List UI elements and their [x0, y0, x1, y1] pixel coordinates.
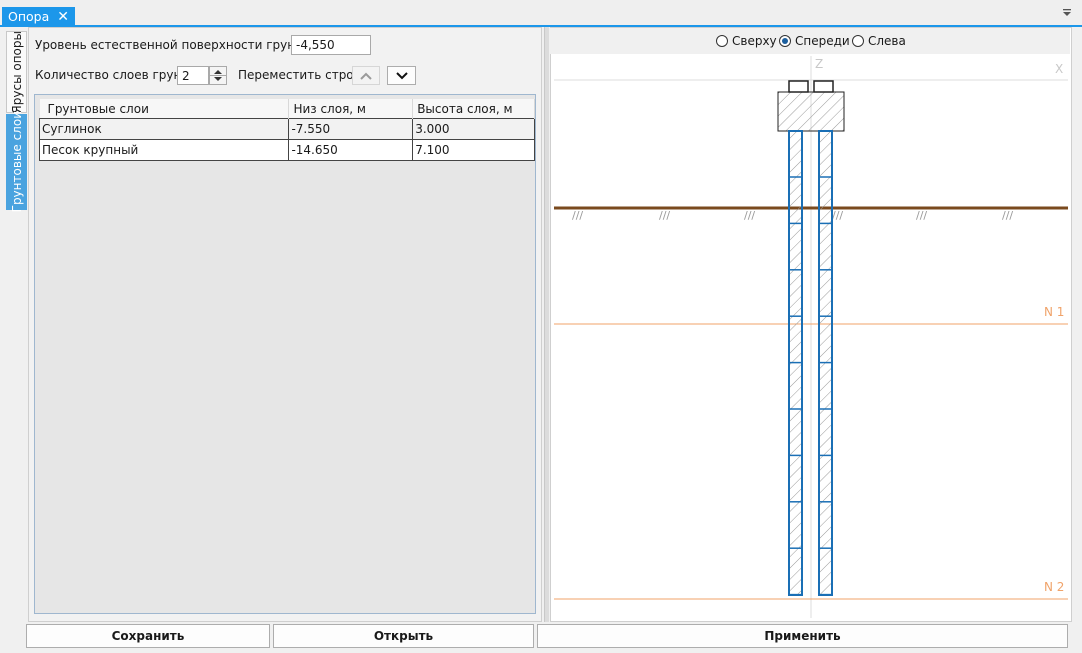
move-row-up-button[interactable]: [352, 66, 380, 85]
apply-button[interactable]: Применить: [537, 624, 1068, 648]
radio-circle-icon: [852, 35, 864, 47]
x-axis-label: X: [1055, 62, 1063, 76]
ground-hatch: ///: [916, 209, 927, 222]
layers-count-label: Количество слоев грунта: [35, 68, 196, 82]
save-button[interactable]: Сохранить: [26, 624, 270, 648]
tab-opora[interactable]: Опора ✕: [2, 7, 75, 26]
move-row-label: Переместить строку: [238, 68, 369, 82]
side-tab-soil-label: Грунтовые слои: [9, 111, 24, 213]
chevron-up-icon: [360, 72, 372, 80]
pier-front-view-drawing: Z X /// /// /// /// /// /// N 1 N 2: [554, 56, 1068, 618]
ground-hatch: ///: [572, 209, 583, 222]
soil-layers-grid: Грунтовые слои Низ слоя, м Высота слоя, …: [34, 94, 536, 614]
radio-label-left: Слева: [868, 34, 906, 48]
ground-level-label: Уровень естественной поверхности грунта,…: [35, 38, 327, 52]
ground-level-input[interactable]: -4,550: [291, 35, 371, 55]
ground-hatch: ///: [744, 209, 755, 222]
cell-layer-name[interactable]: Песок крупный: [38, 139, 290, 161]
chevron-down-icon: [395, 71, 408, 79]
column-header-bottom[interactable]: Низ слоя, м: [288, 99, 414, 119]
level-label-n1: N 1: [1044, 305, 1064, 319]
tab-title: Опора: [8, 9, 50, 24]
dropdown-menu-icon[interactable]: [1062, 8, 1072, 18]
table-row[interactable]: Песок крупный -14.650 7.100: [38, 139, 535, 161]
cell-layer-bottom[interactable]: -14.650: [288, 139, 414, 161]
layers-count-stepper[interactable]: [209, 66, 227, 85]
cell-layer-height[interactable]: 3.000: [412, 118, 535, 140]
column-header-layer[interactable]: Грунтовые слои: [39, 99, 290, 119]
move-row-down-button[interactable]: [387, 66, 416, 85]
column-header-height[interactable]: Высота слоя, м: [412, 99, 535, 119]
panel-splitter[interactable]: [544, 27, 549, 622]
radio-view-top[interactable]: Сверху: [716, 34, 777, 48]
view-selector-bar: Сверху Спереди Слева: [550, 28, 1070, 54]
z-axis-label: Z: [815, 57, 823, 71]
ground-hatch: ///: [659, 209, 670, 222]
table-header-row: Грунтовые слои Низ слоя, м Высота слоя, …: [39, 99, 535, 119]
cell-layer-bottom[interactable]: -7.550: [288, 118, 414, 140]
cell-layer-height[interactable]: 7.100: [412, 139, 535, 161]
cell-layer-name[interactable]: Суглинок: [38, 118, 290, 140]
document-tab-strip: [0, 0, 1082, 26]
level-label-n2: N 2: [1044, 580, 1064, 594]
ground-hatch: ///: [832, 209, 843, 222]
close-icon[interactable]: ✕: [57, 10, 69, 24]
radio-view-front[interactable]: Спереди: [779, 34, 850, 48]
ground-hatch: ///: [1002, 209, 1013, 222]
open-button[interactable]: Открыть: [273, 624, 534, 648]
radio-view-left[interactable]: Слева: [852, 34, 906, 48]
soil-layers-table: Грунтовые слои Низ слоя, м Высота слоя, …: [38, 99, 535, 161]
bearing-left: [788, 80, 809, 93]
bearing-right: [813, 80, 834, 93]
stepper-arrows-icon[interactable]: [210, 67, 226, 84]
radio-selected-icon: [779, 35, 791, 47]
side-tab-tiers-label: Ярусы опоры: [9, 30, 24, 114]
radio-label-top: Сверху: [732, 34, 777, 48]
side-tab-soil-layers[interactable]: Грунтовые слои: [6, 111, 27, 213]
radio-circle-icon: [716, 35, 728, 47]
pile-cap: [777, 91, 845, 132]
layers-count-input[interactable]: 2: [177, 66, 209, 85]
side-tab-tiers[interactable]: Ярусы опоры: [6, 31, 27, 113]
table-row[interactable]: Суглинок -7.550 3.000: [38, 118, 535, 140]
radio-label-front: Спереди: [795, 34, 850, 48]
